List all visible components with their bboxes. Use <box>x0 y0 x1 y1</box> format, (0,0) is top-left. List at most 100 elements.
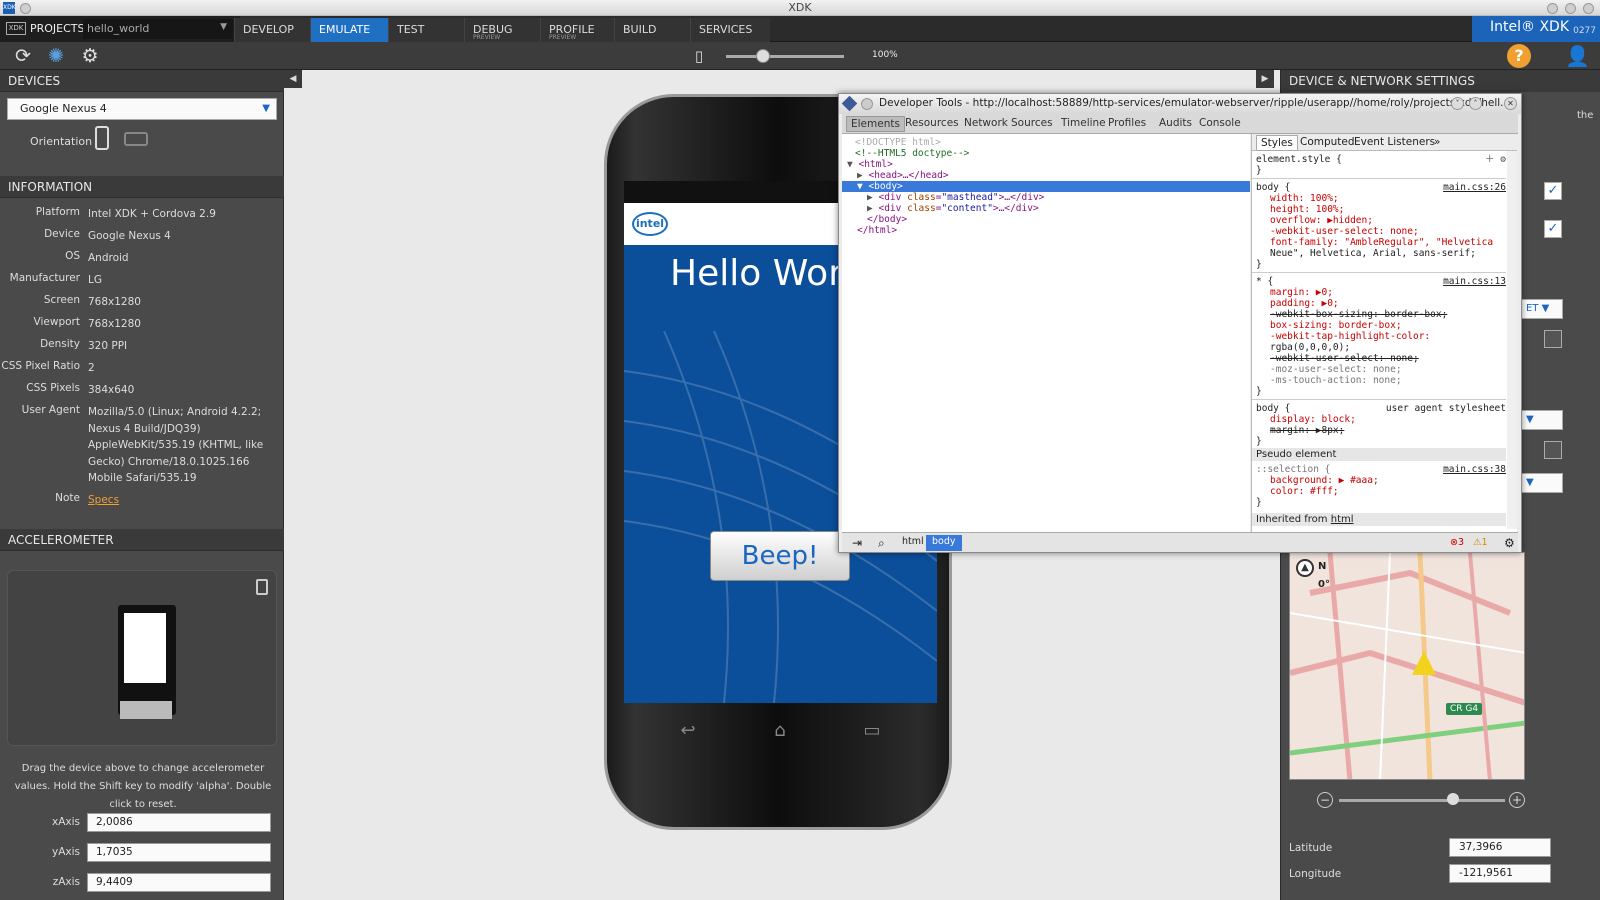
tab-emulate[interactable]: EMULATE <box>310 18 388 42</box>
element-style-rule[interactable]: element.style {＋ ⚙ <box>1256 154 1506 165</box>
devtools-menu-button[interactable] <box>861 98 873 110</box>
search-icon[interactable]: ⌕ <box>872 535 891 551</box>
devtools-maximize-button[interactable]: ˄ <box>1469 97 1482 110</box>
style-prop[interactable]: color: #fff; <box>1256 486 1506 497</box>
style-prop[interactable]: background: ▶ #aaa; <box>1256 475 1506 486</box>
setting-dropdown-2[interactable]: ▼ <box>1521 410 1563 430</box>
tab-sources[interactable]: Sources <box>1007 116 1057 130</box>
tab-timeline[interactable]: Timeline <box>1057 116 1110 130</box>
debug-icon[interactable]: ✺ <box>45 45 67 67</box>
specs-link[interactable]: Specs <box>88 494 119 506</box>
style-prop[interactable]: padding: ▶0; <box>1256 298 1506 309</box>
styles-scrollbar[interactable] <box>1507 151 1517 529</box>
source-link[interactable]: main.css:26 <box>1443 182 1506 193</box>
project-selector[interactable]: hello_world ▼ <box>83 19 233 39</box>
settings-icon[interactable]: ⚙ <box>79 45 101 67</box>
style-prop[interactable]: font-family: "AmbleRegular", "Helvetica <box>1256 237 1506 248</box>
style-prop-unsupported[interactable]: -ms-touch-action: none; <box>1256 375 1506 386</box>
location-marker-icon[interactable] <box>1412 651 1436 675</box>
projects-label[interactable]: PROJECTS <box>30 22 85 35</box>
style-prop-overridden[interactable]: -webkit-box-sizing: border-box; <box>1256 309 1506 320</box>
tree-line-html[interactable]: ▼ <html> <box>842 159 1250 170</box>
tree-line-body[interactable]: ▼ <body> <box>842 181 1250 192</box>
accelerometer-device-area[interactable] <box>7 570 277 746</box>
rotate-device-icon[interactable]: ▯ <box>688 45 710 67</box>
tree-line-div-masthead[interactable]: ▶ <div class="masthead">…</div> <box>842 192 1250 203</box>
setting-checkbox-1[interactable]: ✓ <box>1544 182 1562 200</box>
geolocation-map[interactable]: ▲ N 0° CR G4 <box>1289 552 1525 780</box>
setting-select[interactable]: ET ▼ <box>1521 299 1563 319</box>
reset-device-icon[interactable] <box>256 579 268 595</box>
rule-selection-selector[interactable]: ::selection {main.css:38 <box>1256 464 1506 475</box>
zoom-out-icon[interactable]: − <box>1317 792 1333 808</box>
tab-services[interactable]: SERVICES <box>690 18 770 42</box>
xaxis-input[interactable]: 2,0086 <box>87 813 271 832</box>
map-zoom-slider[interactable] <box>1339 799 1505 802</box>
map-zoom-handle[interactable] <box>1447 793 1459 805</box>
collapse-right-panel-icon[interactable]: ▶ <box>1256 70 1274 88</box>
refresh-icon[interactable]: ⟳ <box>12 45 34 67</box>
device-network-settings-header[interactable]: DEVICE & NETWORK SETTINGS <box>1281 70 1600 92</box>
setting-checkbox-2[interactable]: ✓ <box>1544 220 1562 238</box>
elements-tree[interactable]: <!DOCTYPE html> <!--HTML5 doctype--> ▼ <… <box>842 134 1250 532</box>
tab-styles[interactable]: Styles <box>1256 135 1298 151</box>
landscape-orientation-icon[interactable] <box>124 132 148 146</box>
style-prop[interactable]: width: 100%; <box>1256 193 1506 204</box>
style-prop[interactable]: box-sizing: border-box; <box>1256 320 1506 331</box>
more-tabs-icon[interactable]: » <box>1430 135 1444 149</box>
zoom-slider[interactable] <box>726 55 844 58</box>
tab-event-listeners[interactable]: Event Listeners <box>1350 135 1439 149</box>
setting-checkbox-4[interactable] <box>1544 441 1562 459</box>
source-link[interactable]: main.css:38 <box>1443 464 1506 475</box>
error-count[interactable]: ⊗3 <box>1450 537 1464 548</box>
back-icon[interactable]: ↩ <box>672 722 704 740</box>
tab-develop[interactable]: DEVELOP <box>234 18 310 42</box>
beep-button[interactable]: Beep! <box>710 531 850 581</box>
tab-elements[interactable]: Elements <box>846 116 905 132</box>
style-prop-unsupported[interactable]: -moz-user-select: none; <box>1256 364 1506 375</box>
tab-audits[interactable]: Audits <box>1155 116 1196 130</box>
source-link[interactable]: main.css:13 <box>1443 276 1506 287</box>
recent-apps-icon[interactable]: ▭ <box>856 722 888 740</box>
zoom-slider-handle[interactable] <box>756 49 770 63</box>
breadcrumb-body[interactable]: body <box>926 535 962 551</box>
warning-count[interactable]: ⚠1 <box>1473 537 1488 548</box>
help-icon[interactable]: ? <box>1507 44 1531 68</box>
style-prop-overridden[interactable]: -webkit-user-select: none; <box>1256 353 1506 364</box>
tab-network[interactable]: Network <box>960 116 1012 130</box>
zoom-in-icon[interactable]: + <box>1509 792 1525 808</box>
devices-header[interactable]: DEVICES <box>0 70 284 92</box>
latitude-input[interactable]: 37,3966 <box>1449 838 1551 857</box>
setting-dropdown-3[interactable]: ▼ <box>1521 473 1563 493</box>
tab-test[interactable]: TEST <box>388 18 464 42</box>
home-icon[interactable]: ⌂ <box>764 722 796 740</box>
portrait-orientation-icon[interactable] <box>95 126 109 150</box>
console-drawer-icon[interactable]: ⇥ <box>846 535 868 551</box>
devtools-settings-icon[interactable]: ⚙ <box>1498 535 1521 551</box>
tab-console[interactable]: Console <box>1195 116 1245 130</box>
devtools-minimize-button[interactable]: ˅ <box>1451 97 1464 110</box>
tab-profile[interactable]: PROFILE PREVIEW <box>540 18 614 42</box>
style-prop[interactable]: margin: ▶0; <box>1256 287 1506 298</box>
yaxis-input[interactable]: 1,7035 <box>87 843 271 862</box>
devtools-titlebar[interactable]: Developer Tools - http://localhost:58889… <box>839 94 1521 114</box>
setting-checkbox-3[interactable] <box>1544 330 1562 348</box>
user-icon[interactable]: 👤 <box>1565 44 1590 68</box>
style-prop[interactable]: -webkit-tap-highlight-color: <box>1256 331 1506 342</box>
style-prop[interactable]: height: 100%; <box>1256 204 1506 215</box>
zaxis-input[interactable]: 9,4409 <box>87 873 271 892</box>
device-select[interactable]: Google Nexus 4 ▼ <box>7 98 277 120</box>
collapse-left-panel-icon[interactable]: ◀ <box>284 70 302 88</box>
devtools-close-button[interactable]: ✕ <box>1504 97 1517 110</box>
tab-build[interactable]: BUILD <box>614 18 690 42</box>
inherited-link[interactable]: html <box>1331 514 1354 525</box>
tab-debug[interactable]: DEBUG PREVIEW <box>464 18 540 42</box>
maximize-button[interactable] <box>1565 3 1576 14</box>
tab-resources[interactable]: Resources <box>901 116 963 130</box>
accelerometer-device-model[interactable] <box>118 605 176 719</box>
close-button[interactable] <box>1583 3 1594 14</box>
tab-profiles[interactable]: Profiles <box>1104 116 1150 130</box>
rule-universal-selector[interactable]: * {main.css:13 <box>1256 276 1506 287</box>
tree-line-div-content[interactable]: ▶ <div class="content">…</div> <box>842 203 1250 214</box>
information-header[interactable]: INFORMATION <box>0 176 284 198</box>
